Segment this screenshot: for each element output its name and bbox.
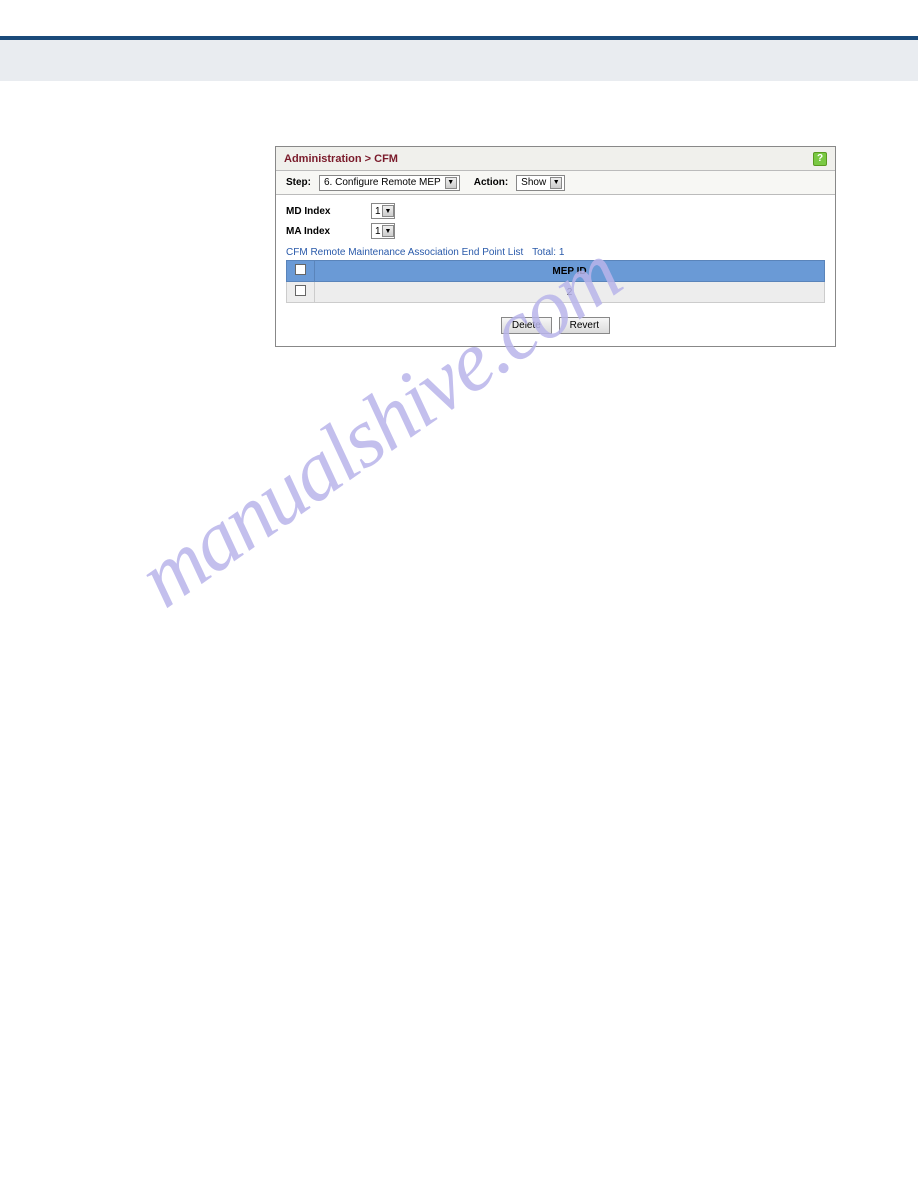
md-index-label: MD Index xyxy=(286,206,371,217)
table-row: 2 xyxy=(287,282,825,303)
row-checkbox-cell xyxy=(287,282,315,303)
md-index-row: MD Index 1 ▼ xyxy=(286,203,825,219)
mep-id-cell: 2 xyxy=(315,282,825,303)
step-dropdown[interactable]: 6. Configure Remote MEP ▼ xyxy=(319,175,460,191)
row-checkbox[interactable] xyxy=(295,285,306,296)
revert-button[interactable]: Revert xyxy=(559,317,610,334)
md-index-value: 1 xyxy=(375,206,381,217)
ma-index-value: 1 xyxy=(375,226,381,237)
list-title: CFM Remote Maintenance Association End P… xyxy=(286,247,825,258)
checkbox-header xyxy=(287,261,315,282)
panel-header: Administration > CFM ? xyxy=(276,147,835,171)
action-label: Action: xyxy=(474,177,508,188)
step-label: Step: xyxy=(286,177,311,188)
ma-index-label: MA Index xyxy=(286,226,371,237)
chevron-down-icon: ▼ xyxy=(445,177,457,189)
table-header-row: MEP ID xyxy=(287,261,825,282)
mep-id-header: MEP ID xyxy=(315,261,825,282)
step-dropdown-value: 6. Configure Remote MEP xyxy=(324,177,445,188)
breadcrumb: Administration > CFM xyxy=(284,153,398,165)
help-icon[interactable]: ? xyxy=(813,152,827,166)
chevron-down-icon: ▼ xyxy=(382,205,394,217)
header-band xyxy=(0,40,918,81)
button-row: Delete Revert xyxy=(286,317,825,334)
chevron-down-icon: ▼ xyxy=(382,225,394,237)
delete-button[interactable]: Delete xyxy=(501,317,552,334)
total-label: Total: xyxy=(532,247,556,258)
md-index-dropdown[interactable]: 1 ▼ xyxy=(371,203,395,219)
select-all-checkbox[interactable] xyxy=(295,264,306,275)
list-title-text: CFM Remote Maintenance Association End P… xyxy=(286,247,523,258)
panel-content: MD Index 1 ▼ MA Index 1 ▼ CFM Remote Mai… xyxy=(276,195,835,346)
chevron-down-icon: ▼ xyxy=(550,177,562,189)
cfm-panel: Administration > CFM ? Step: 6. Configur… xyxy=(275,146,836,347)
total-value: 1 xyxy=(559,247,565,258)
ma-index-dropdown[interactable]: 1 ▼ xyxy=(371,223,395,239)
ma-index-row: MA Index 1 ▼ xyxy=(286,223,825,239)
mep-table: MEP ID 2 xyxy=(286,260,825,303)
action-dropdown-value: Show xyxy=(521,177,550,188)
filter-bar: Step: 6. Configure Remote MEP ▼ Action: … xyxy=(276,171,835,195)
action-dropdown[interactable]: Show ▼ xyxy=(516,175,565,191)
